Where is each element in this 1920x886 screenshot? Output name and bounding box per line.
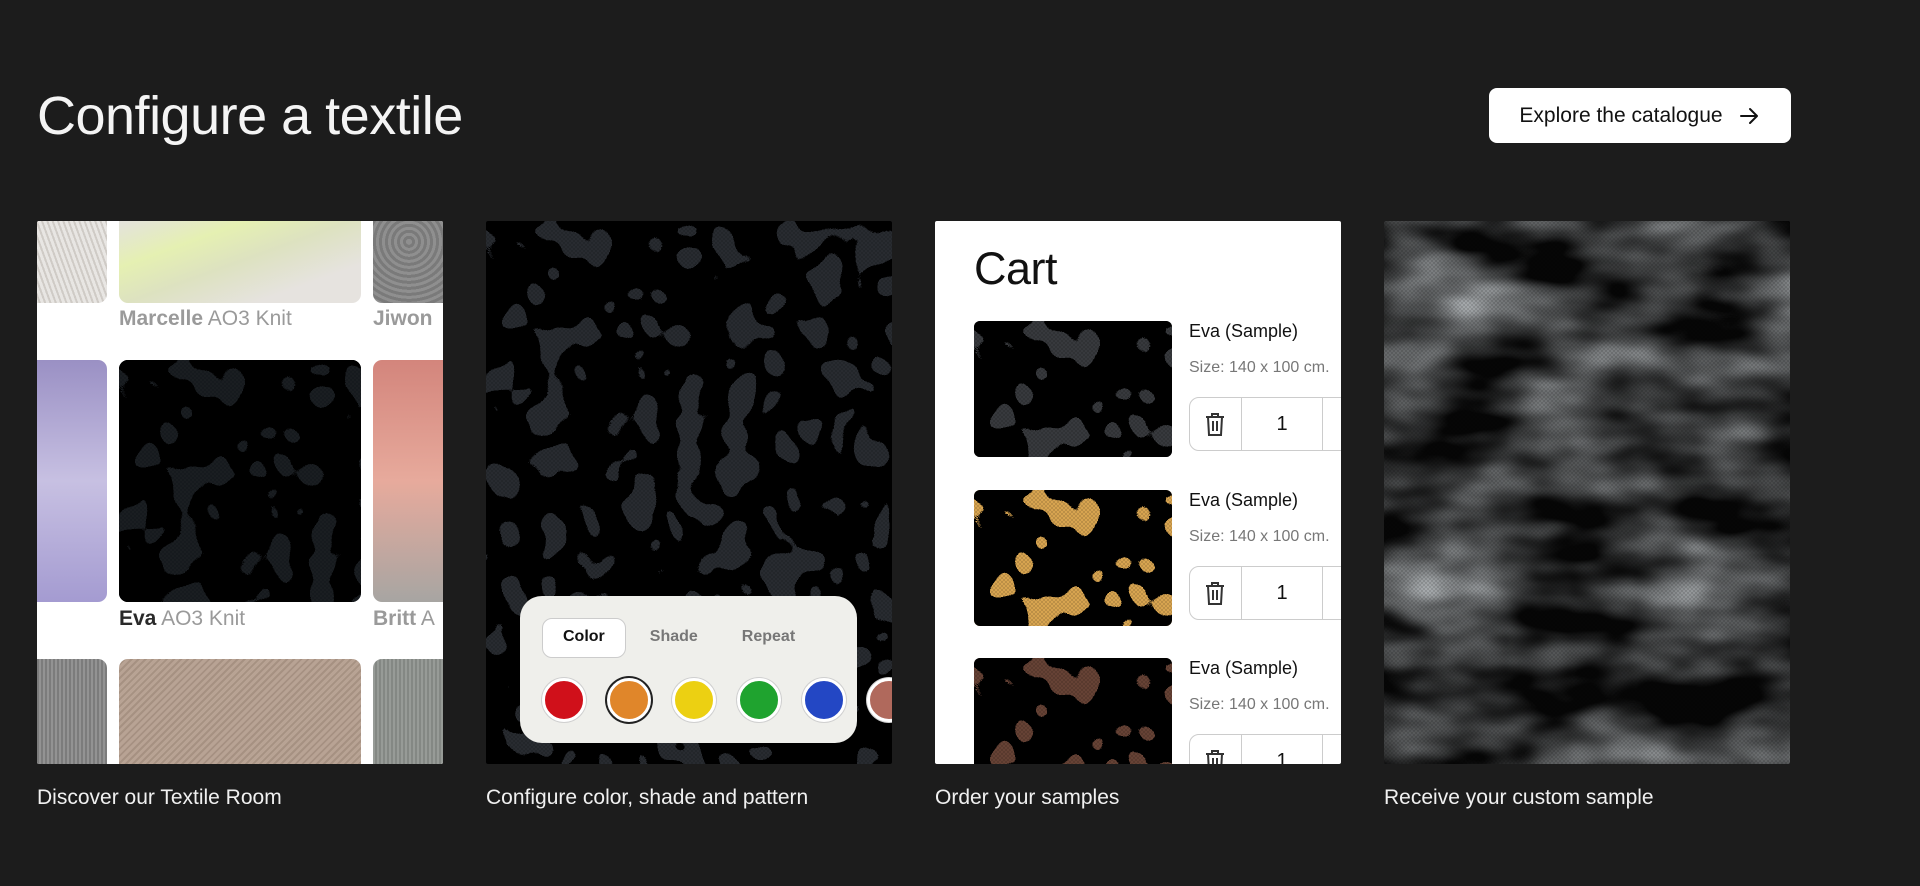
textile-label-eva: Eva AO3 Knit [119,607,245,631]
textile-room-card[interactable]: Marcelle AO3 Knit Jiwon Eva AO3 Knit Bri… [37,221,443,764]
textile-name: Eva [119,607,157,630]
section-header: Configure a textile Explore the catalogu… [37,80,1791,152]
cart-item-thumbnail [974,658,1172,764]
caption-configure: Configure color, shade and pattern [486,786,809,809]
trash-icon [1206,582,1224,605]
caption-receive: Receive your custom sample [1384,786,1654,809]
cart-card[interactable]: Cart Eva (Sample) Size: 140 x 100 cm. 1 … [935,221,1341,764]
cart-item-size: Size: 140 x 100 cm. [1189,696,1330,713]
quantity-value[interactable]: 1 [1241,567,1323,619]
draped-fabric-image [1384,221,1790,764]
caption-order: Order your samples [935,786,1120,809]
textile-thumbnail[interactable] [37,221,107,303]
tab-color[interactable]: Color [542,618,626,658]
textile-thumbnail[interactable] [37,360,107,602]
page-title: Configure a textile [37,86,463,146]
custom-sample-card[interactable] [1384,221,1790,764]
cart-title: Cart [974,243,1058,294]
cart-item: Eva (Sample) Size: 140 x 100 cm. 1 [974,490,1341,630]
tab-repeat[interactable]: Repeat [722,618,815,656]
textile-thumbnail-eva[interactable] [119,360,361,602]
textile-type: AO3 Knit [161,607,246,630]
quantity-value[interactable]: 1 [1241,398,1323,450]
textile-label-jiwon: Jiwon [373,307,433,331]
textile-thumbnail-britt[interactable] [373,360,443,602]
textile-type: A [420,607,435,630]
swatch-orange[interactable] [607,678,651,722]
swatch-green[interactable] [737,678,781,722]
configurator-card[interactable]: Color Shade Repeat [486,221,892,764]
cart-item-size: Size: 140 x 100 cm. [1189,359,1330,376]
arrow-right-icon [1739,107,1758,124]
textile-thumbnail[interactable] [373,659,443,764]
swatch-brown[interactable] [867,678,892,722]
textile-thumbnail[interactable] [37,659,107,764]
explore-catalogue-label: Explore the catalogue [1519,103,1723,127]
textile-thumbnail-marcelle[interactable] [119,221,361,303]
textile-label-marcelle: Marcelle AO3 Knit [119,307,292,331]
textile-thumbnail-jiwon[interactable] [373,221,443,303]
delete-button[interactable] [1190,735,1240,764]
textile-name: Britt [373,607,417,630]
tab-shade[interactable]: Shade [630,618,718,656]
cart-item-name: Eva (Sample) [1189,490,1299,510]
cart-item: Eva (Sample) Size: 140 x 100 cm. 1 [974,658,1341,764]
coral-pattern [119,360,361,602]
textile-label-britt: Britt A [373,607,435,631]
configurator-panel: Color Shade Repeat [520,596,892,743]
color-swatches [542,678,892,722]
textile-name: Marcelle [119,307,204,330]
cart-item-thumbnail [974,321,1172,457]
configurator-tabs: Color Shade Repeat [542,618,815,658]
cart-item-size: Size: 140 x 100 cm. [1189,528,1330,545]
delete-button[interactable] [1190,398,1240,450]
quantity-stepper: 1 [1189,734,1341,764]
quantity-stepper: 1 [1189,397,1341,451]
caption-textile-room: Discover our Textile Room [37,786,282,809]
cart-item: Eva (Sample) Size: 140 x 100 cm. 1 [974,321,1341,461]
cart-item-name: Eva (Sample) [1189,321,1299,341]
swatch-yellow[interactable] [672,678,716,722]
textile-thumbnail[interactable] [119,659,361,764]
cart-item-name: Eva (Sample) [1189,658,1299,678]
explore-catalogue-button[interactable]: Explore the catalogue [1489,88,1791,143]
cart-item-thumbnail [974,490,1172,626]
textile-type: AO3 Knit [207,307,292,330]
quantity-stepper: 1 [1189,566,1341,620]
quantity-value[interactable]: 1 [1241,735,1323,764]
trash-icon [1206,413,1224,436]
trash-icon [1206,750,1224,764]
delete-button[interactable] [1190,567,1240,619]
swatch-blue[interactable] [802,678,846,722]
textile-name: Jiwon [373,307,433,330]
swatch-red[interactable] [542,678,586,722]
